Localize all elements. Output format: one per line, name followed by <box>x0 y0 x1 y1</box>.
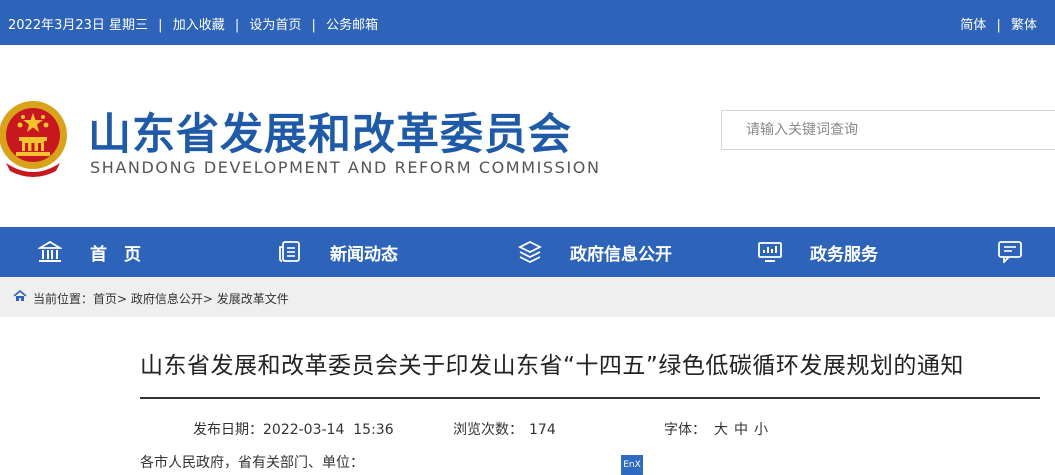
nav-label: 政务服务 <box>810 244 878 265</box>
set-homepage-link[interactable]: 设为首页 <box>249 18 301 33</box>
separator: | <box>234 18 240 33</box>
site-title-english: SHANDONG DEVELOPMENT AND REFORM COMMISSI… <box>90 158 601 177</box>
main-nav: 首 页 新闻动态 政府信息公开 政务服务 <box>0 227 1055 277</box>
site-header: 山东省发展和改革委员会 SHANDONG DEVELOPMENT AND REF… <box>0 45 1055 227</box>
language-switch: 简体 | 繁体 <box>960 14 1037 33</box>
font-medium-button[interactable]: 中 <box>734 422 748 438</box>
nav-item-services[interactable]: 政务服务 <box>758 227 878 277</box>
breadcrumb: 当前位置：首页> 政府信息公开> 发展改革文件 <box>33 290 289 307</box>
font-size-label: 字体： <box>664 422 706 438</box>
translate-button[interactable]: EnX <box>621 455 643 475</box>
nav-label: 新闻动态 <box>330 244 398 265</box>
title-divider <box>140 397 1040 399</box>
building-icon <box>38 241 62 262</box>
publish-date-label: 发布日期： <box>193 422 263 438</box>
publish-date-value: 2022-03-14 15:36 <box>263 422 394 438</box>
font-large-button[interactable]: 大 <box>714 422 728 438</box>
search-box <box>721 110 1055 150</box>
nav-item-home[interactable]: 首 页 <box>38 227 141 277</box>
breadcrumb-home[interactable]: 首页 <box>93 292 117 306</box>
message-icon <box>998 241 1022 263</box>
top-bar: 2022年3月23日 星期三 | 加入收藏 | 设为首页 | 公务邮箱 简体 |… <box>0 0 1055 45</box>
search-input[interactable] <box>722 111 1055 149</box>
current-date: 2022年3月23日 星期三 <box>8 18 149 33</box>
breadcrumb-prefix: 当前位置： <box>33 292 94 306</box>
site-title: 山东省发展和改革委员会 <box>88 110 572 160</box>
top-bar-left: 2022年3月23日 星期三 | 加入收藏 | 设为首页 | 公务邮箱 <box>8 14 378 33</box>
view-count: 浏览次数： 174 <box>453 419 556 439</box>
breadcrumb-separator: > <box>202 292 217 306</box>
home-icon <box>13 289 27 305</box>
publish-date: 发布日期：2022-03-14 15:36 <box>193 419 394 439</box>
nav-item-news[interactable]: 新闻动态 <box>278 227 398 277</box>
traditional-chinese-link[interactable]: 繁体 <box>1011 18 1037 33</box>
article-title: 山东省发展和改革委员会关于印发山东省“十四五”绿色低碳循环发展规划的通知 <box>140 353 964 379</box>
official-email-link[interactable]: 公务邮箱 <box>326 18 378 33</box>
font-size-switch: 字体： 大中小 <box>664 419 774 439</box>
nav-label: 首 页 <box>90 244 141 265</box>
view-count-value: 174 <box>529 422 556 438</box>
nav-label: 政府信息公开 <box>570 244 672 265</box>
simplified-chinese-link[interactable]: 简体 <box>960 18 986 33</box>
national-emblem-icon <box>0 97 70 179</box>
breadcrumb-bar: 当前位置：首页> 政府信息公开> 发展改革文件 <box>0 277 1055 317</box>
font-small-button[interactable]: 小 <box>754 422 768 438</box>
breadcrumb-separator: > <box>117 292 131 306</box>
breadcrumb-gov-info[interactable]: 政府信息公开 <box>131 292 203 306</box>
article-body-first-line: 各市人民政府，省有关部门、单位： <box>140 455 364 471</box>
nav-item-gov-info[interactable]: 政府信息公开 <box>518 227 672 277</box>
nav-item-interaction[interactable] <box>998 227 1022 277</box>
monitor-icon <box>758 242 782 262</box>
view-count-label: 浏览次数： <box>453 422 523 438</box>
add-favorite-link[interactable]: 加入收藏 <box>173 18 225 33</box>
document-icon <box>279 241 300 262</box>
layers-icon <box>518 241 542 263</box>
separator: | <box>311 18 316 33</box>
breadcrumb-documents[interactable]: 发展改革文件 <box>217 292 289 306</box>
separator: | <box>158 18 163 33</box>
separator: | <box>996 18 1001 33</box>
